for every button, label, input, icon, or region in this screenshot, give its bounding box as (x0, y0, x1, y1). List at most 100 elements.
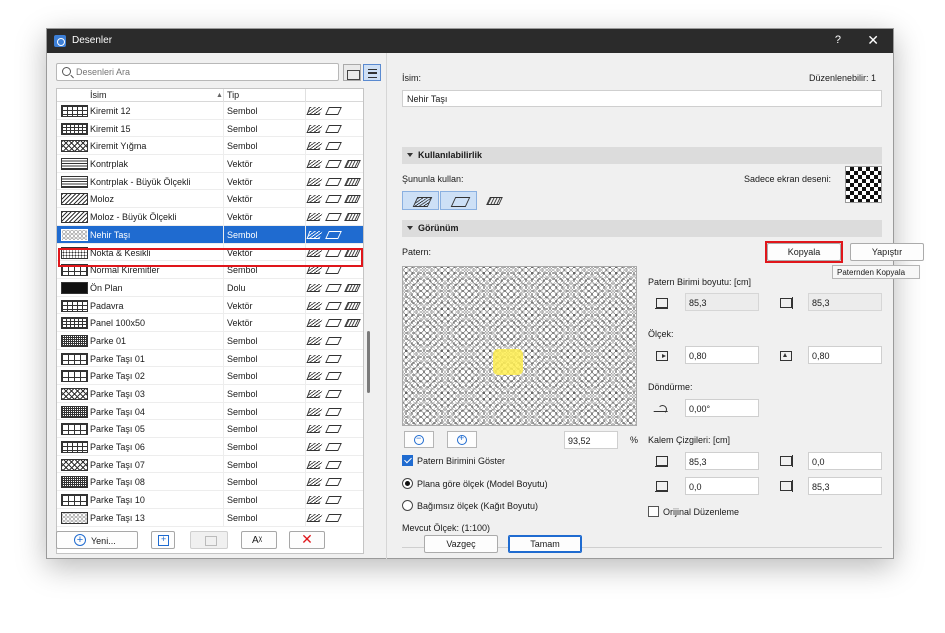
table-row[interactable]: Parke Taşı 04 Sembol (57, 402, 363, 421)
table-row[interactable]: Padavra Vektör (57, 296, 363, 315)
table-row[interactable]: Kiremit 15 Sembol (57, 119, 363, 138)
pen-lines-label: Kalem Çizgileri: [cm] (648, 435, 731, 445)
fill-usage-icon (306, 213, 323, 222)
help-button[interactable]: ? (835, 34, 841, 46)
table-row[interactable]: Kiremit Yığma Sembol (57, 137, 363, 156)
pattern-swatch (61, 458, 88, 471)
pattern-name: Parke Taşı 08 (90, 477, 145, 488)
pattern-type: Sembol (227, 353, 258, 364)
close-button[interactable]: ✕ (867, 32, 879, 49)
availability-section[interactable]: Kullanılabilirlik (402, 147, 882, 164)
ok-button[interactable]: Tamam (508, 535, 582, 553)
pattern-name: Moloz (90, 194, 115, 205)
cover-usage-icon (344, 319, 361, 328)
column-name[interactable]: İsim (90, 90, 107, 100)
table-row[interactable]: Kontrplak Vektör (57, 155, 363, 173)
table-row[interactable]: Moloz Vektör (57, 190, 363, 209)
folder-view-button[interactable] (343, 64, 361, 81)
surface-usage-icon (325, 336, 342, 345)
pattern-type: Sembol (227, 495, 258, 506)
screen-only-pattern-preview[interactable] (845, 166, 882, 203)
use-for-cover-toggle[interactable] (486, 197, 503, 205)
zoom-in-icon[interactable] (447, 431, 477, 448)
model-size-radio[interactable] (402, 478, 413, 489)
unit-size-label: Patern Birimi boyutu: [cm] (648, 277, 752, 287)
sort-up-icon: ▲ (216, 92, 223, 99)
paper-size-radio[interactable] (402, 500, 413, 511)
pattern-table[interactable]: İsim ▲ Tip Kiremit 12 Sembol Kiremit 15 Sem… (56, 88, 364, 554)
table-row[interactable]: Parke Taşı 08 Sembol (57, 473, 363, 492)
table-row[interactable]: Nokta & Kesikli Vektör (57, 243, 363, 262)
name-field[interactable]: Nehir Taşı (402, 90, 882, 107)
appearance-section[interactable]: Görünüm (402, 220, 882, 237)
scale-y-field[interactable]: 0,80 (808, 346, 882, 364)
duplicate-button[interactable] (151, 531, 175, 549)
pen-line-4-field[interactable]: 85,3 (808, 477, 882, 495)
height-icon (778, 296, 794, 310)
pattern-type: Sembol (227, 442, 258, 453)
pattern-name: Nokta & Kesikli (90, 247, 151, 258)
table-row[interactable]: Kiremit 12 Sembol (57, 102, 363, 120)
surface-usage-icon (325, 319, 342, 328)
delete-button[interactable]: ✕ (289, 531, 325, 549)
table-row[interactable]: Parke 01 Sembol (57, 331, 363, 350)
table-row[interactable]: Ön Plan Dolu (57, 278, 363, 297)
show-unit-checkbox[interactable] (402, 455, 413, 466)
pattern-unit-highlight (493, 349, 523, 375)
original-edit-checkbox[interactable] (648, 506, 659, 517)
zoom-field[interactable]: 93,52 (564, 431, 618, 449)
table-row[interactable]: Moloz - Büyük Ölçekli Vektör (57, 208, 363, 226)
table-row[interactable]: Normal Kiremitler Sembol (57, 261, 363, 279)
pen-line-3-field[interactable]: 0,0 (685, 477, 759, 495)
pattern-swatch (61, 370, 88, 383)
rename-button[interactable]: Aᵡ (241, 531, 277, 549)
copy-button[interactable]: Kopyala (767, 243, 841, 261)
table-row[interactable]: Parke Taşı 10 Sembol (57, 491, 363, 509)
fill-usage-icon (306, 407, 323, 416)
new-pattern-button[interactable]: + Yeni... (56, 531, 138, 549)
pen-line-2-field[interactable]: 0,0 (808, 452, 882, 470)
pattern-preview[interactable] (402, 266, 637, 426)
surface-usage-icon (325, 425, 342, 434)
table-row[interactable]: Parke Taşı 01 Sembol (57, 349, 363, 368)
paste-button[interactable]: Yapıştır (850, 243, 924, 261)
fill-usage-icon (306, 195, 323, 204)
pattern-name: Padavra (90, 300, 124, 311)
fill-usage-icon (306, 160, 323, 169)
surface-usage-icon (325, 496, 342, 505)
surface-usage-icon (325, 390, 342, 398)
search-input[interactable] (76, 65, 331, 79)
surface-usage-icon (325, 142, 342, 151)
search-box[interactable] (56, 63, 339, 81)
table-row[interactable]: Parke Taşı 05 Sembol (57, 420, 363, 439)
table-row[interactable]: Parke Taşı 06 Sembol (57, 438, 363, 456)
paper-size-label: Bağımsız ölçek (Kağıt Boyutu) (417, 501, 539, 511)
table-row[interactable]: Parke Taşı 03 Sembol (57, 385, 363, 403)
list-view-button[interactable] (363, 64, 381, 81)
table-row[interactable]: Parke Taşı 13 Sembol (57, 508, 363, 527)
table-row[interactable]: Panel 100x50 Vektör (57, 314, 363, 332)
fill-usage-icon (306, 354, 323, 363)
cover-usage-icon (344, 160, 361, 169)
table-row-selected[interactable]: Nehir Taşı Sembol (57, 225, 363, 244)
column-type[interactable]: Tip (227, 90, 239, 100)
zoom-unit: % (630, 435, 639, 445)
cancel-button[interactable]: Vazgeç (424, 535, 498, 553)
table-row[interactable]: Parke Taşı 02 Sembol (57, 367, 363, 385)
table-row[interactable]: Parke Taşı 07 Sembol (57, 455, 363, 474)
surface-usage-icon (325, 177, 342, 186)
rotation-field[interactable]: 0,00° (685, 399, 759, 417)
list-scrollbar[interactable] (367, 331, 370, 393)
use-for-fill-toggle[interactable] (402, 191, 439, 210)
use-for-surface-toggle[interactable] (440, 191, 477, 210)
surface-usage-icon (325, 248, 342, 257)
scale-x-field[interactable]: 0,80 (685, 346, 759, 364)
table-row[interactable]: Kontrplak - Büyük Ölçekli Vektör (57, 172, 363, 191)
panel-divider[interactable] (386, 53, 387, 559)
import-button[interactable] (190, 531, 228, 549)
pattern-type: Sembol (227, 389, 258, 399)
pattern-type: Sembol (227, 265, 258, 276)
zoom-out-icon[interactable] (404, 431, 434, 448)
surface-usage-icon (325, 443, 342, 452)
pen-line-1-field[interactable]: 85,3 (685, 452, 759, 470)
